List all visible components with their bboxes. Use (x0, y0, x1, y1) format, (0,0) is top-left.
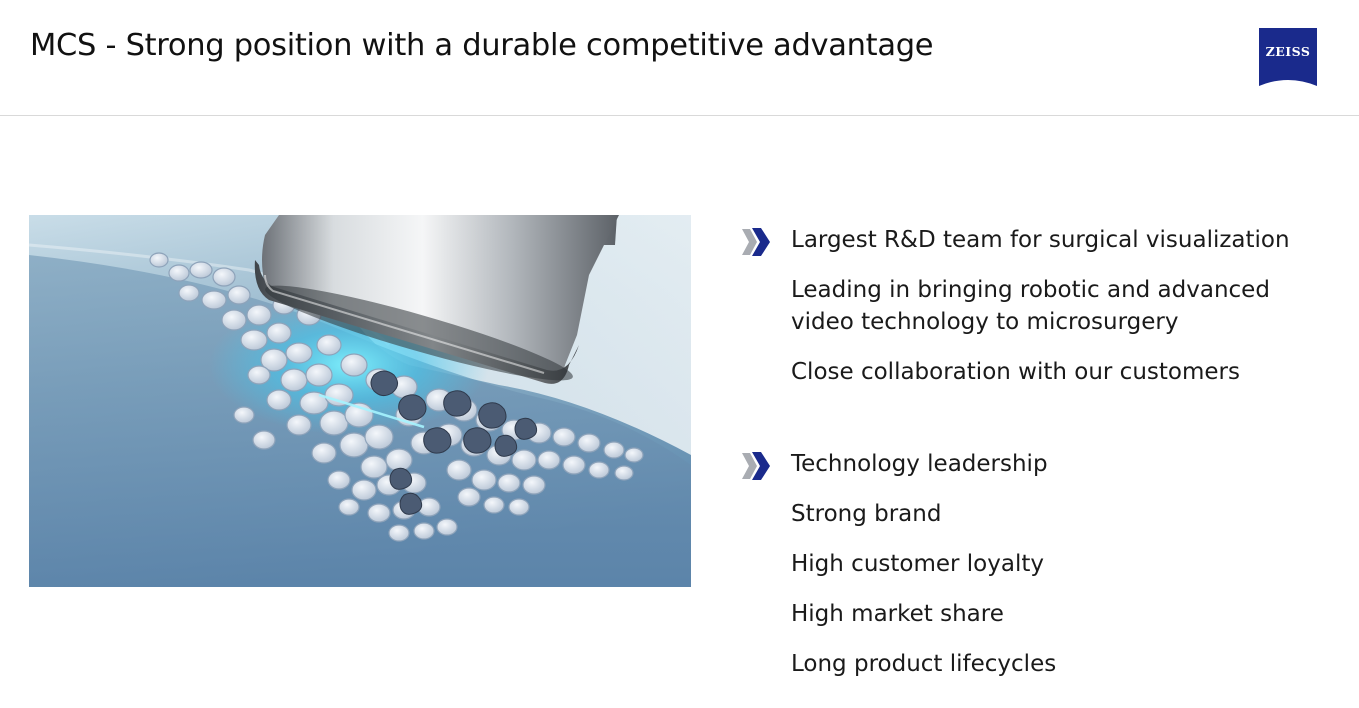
list-item: Largest R&D team for surgical visualizat… (791, 227, 1290, 253)
surgical-microscope-illustration (29, 215, 691, 587)
page-title: MCS - Strong position with a durable com… (30, 28, 934, 63)
list-item: video technology to microsurgery (791, 309, 1179, 335)
list-item: Close collaboration with our customers (791, 359, 1240, 385)
list-item: Strong brand (791, 501, 942, 527)
list-item: Long product lifecycles (791, 651, 1057, 677)
list-item: Leading in bringing robotic and advanced (791, 277, 1270, 303)
chevron-right-icon (741, 449, 771, 483)
chevron-right-icon (741, 225, 771, 259)
list-item: Technology leadership (791, 451, 1048, 477)
zeiss-logo: ZEISS (1259, 28, 1317, 86)
list-item: High customer loyalty (791, 551, 1044, 577)
svg-text:ZEISS: ZEISS (1266, 44, 1311, 59)
list-item: High market share (791, 601, 1004, 627)
header-divider (0, 115, 1359, 116)
